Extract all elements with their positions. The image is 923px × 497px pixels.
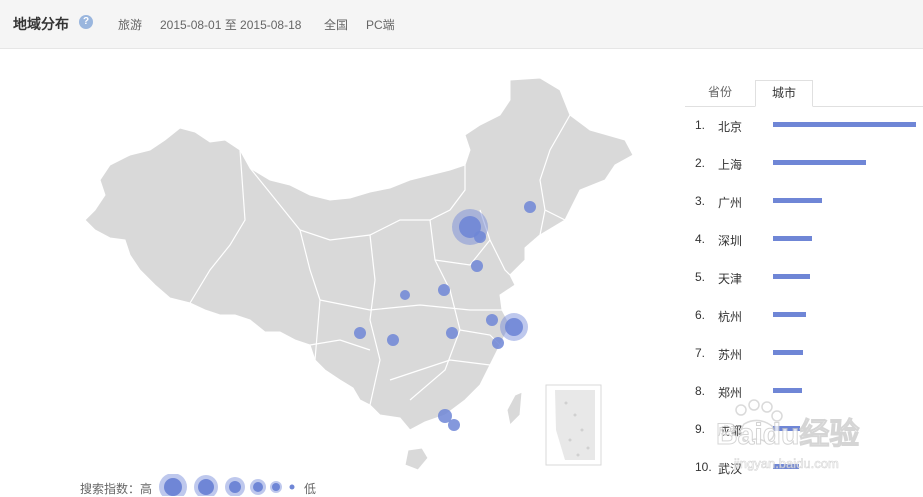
section-title: 地域分布	[13, 16, 69, 32]
header-bar: 地域分布 ? 旅游 2015-08-01 至 2015-08-18 全国 PC端	[0, 0, 923, 49]
legend-low-label: 低	[304, 482, 317, 496]
ranking-number: 8.	[695, 384, 706, 398]
ranking-row[interactable]: 9. 成都	[685, 416, 923, 440]
ranking-bar	[773, 122, 916, 127]
bubble-jinan	[471, 260, 483, 272]
ranking-number: 2.	[695, 156, 706, 170]
ranking-bar	[773, 160, 866, 165]
bubble-chongqing	[387, 334, 399, 346]
ranking-city-name: 武汉	[718, 462, 743, 476]
ranking-bar	[773, 426, 800, 431]
ranking-bar	[773, 464, 799, 469]
ranking-row[interactable]: 2. 上海	[685, 150, 923, 174]
ranking-bar	[773, 350, 803, 355]
ranking-city-name: 成都	[718, 424, 743, 438]
ranking-city-name: 北京	[718, 120, 743, 134]
south-china-sea-inset	[545, 384, 602, 466]
date-range-label: 2015-08-01 至 2015-08-18	[160, 18, 302, 32]
bubble-shenzhen	[448, 419, 460, 431]
region-label: 全国	[324, 18, 349, 32]
ranking-row[interactable]: 6. 杭州	[685, 302, 923, 326]
ranking-number: 4.	[695, 232, 706, 246]
ranking-bar	[773, 312, 806, 317]
ranking-row[interactable]: 3. 广州	[685, 188, 923, 212]
ranking-number: 1.	[695, 118, 706, 132]
ranking-tabs: 省份 城市	[685, 80, 923, 107]
ranking-row[interactable]: 7. 苏州	[685, 340, 923, 364]
ranking-row[interactable]: 8. 郑州	[685, 378, 923, 402]
taiwan-island	[506, 391, 523, 427]
ranking-city-name: 杭州	[718, 310, 743, 324]
ranking-city-name: 郑州	[718, 386, 743, 400]
legend-scale	[159, 474, 295, 496]
legend-high-label: 搜索指数：高	[80, 482, 153, 496]
bubble-wuhan	[446, 327, 458, 339]
bubble-shanghai	[505, 318, 523, 336]
hainan-island	[404, 447, 429, 471]
bubble-tianjin	[474, 231, 486, 243]
bubble-xian	[400, 290, 410, 300]
tab-city[interactable]: 城市	[755, 80, 813, 107]
ranking-city-name: 苏州	[718, 348, 743, 362]
platform-label: PC端	[366, 18, 395, 32]
bubble-chengdu	[354, 327, 366, 339]
ranking-bar	[773, 198, 822, 203]
bubble-shenyang	[524, 201, 536, 213]
ranking-city-name: 深圳	[718, 234, 743, 248]
ranking-number: 9.	[695, 422, 706, 436]
ranking-city-name: 广州	[718, 196, 743, 210]
ranking-city-name: 天津	[718, 272, 743, 286]
ranking-row[interactable]: 1. 北京	[685, 112, 923, 136]
tab-province[interactable]: 省份	[685, 80, 755, 105]
ranking-row[interactable]: 5. 天津	[685, 264, 923, 288]
ranking-bar	[773, 274, 810, 279]
bubble-hangzhou	[492, 337, 504, 349]
bubble-nanjing	[486, 314, 498, 326]
bubble-zhengzhou	[438, 284, 450, 296]
map-outline	[84, 77, 634, 431]
keyword-label: 旅游	[118, 18, 143, 32]
ranking-number: 5.	[695, 270, 706, 284]
ranking-number: 10.	[695, 460, 712, 474]
ranking-bar	[773, 388, 802, 393]
ranking-row[interactable]: 4. 深圳	[685, 226, 923, 250]
help-icon[interactable]: ?	[79, 15, 93, 29]
ranking-number: 7.	[695, 346, 706, 360]
ranking-number: 3.	[695, 194, 706, 208]
ranking-bar	[773, 236, 812, 241]
ranking-city-name: 上海	[718, 158, 743, 172]
china-map	[84, 77, 634, 471]
ranking-number: 6.	[695, 308, 706, 322]
ranking-row[interactable]: 10. 武汉	[685, 454, 923, 478]
